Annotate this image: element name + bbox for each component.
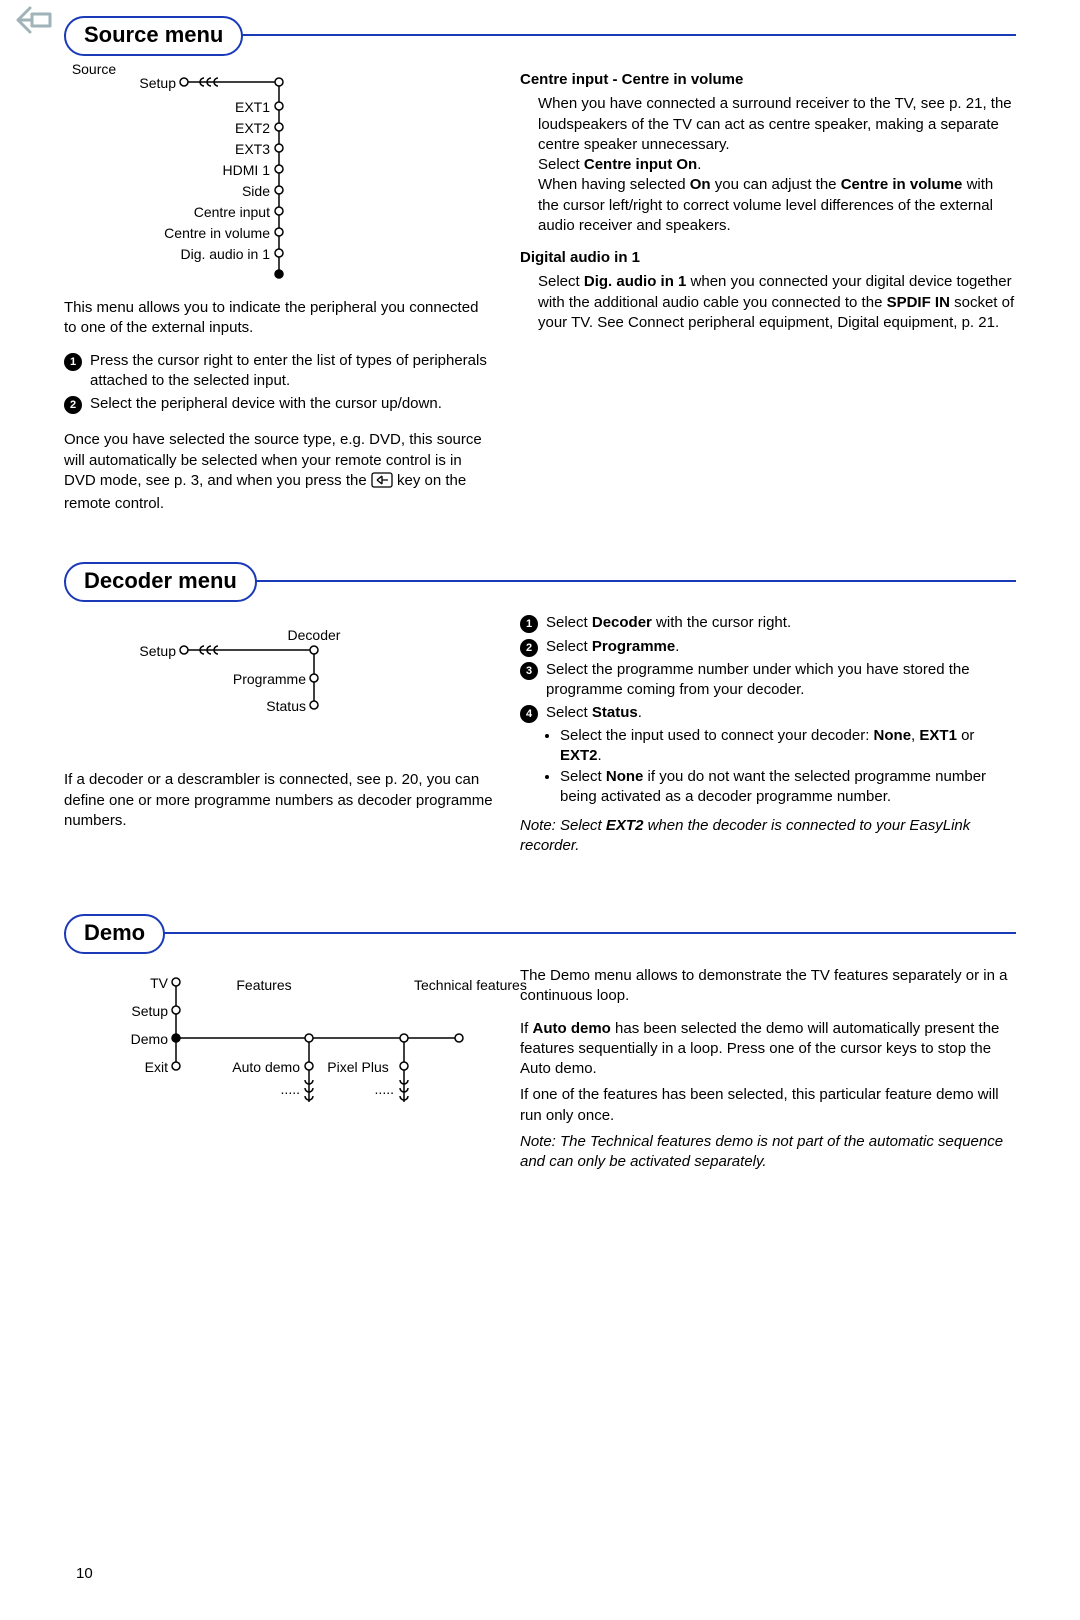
demo-note: Note: The Technical features demo is not…	[520, 1132, 1016, 1173]
section-header-decoder: Decoder menu	[64, 562, 1016, 604]
source-after: Once you have selected the source type, …	[64, 430, 494, 514]
section-title: Decoder menu	[64, 562, 257, 602]
centre-input-body: When you have connected a surround recei…	[538, 94, 1016, 236]
section-title: Demo	[64, 914, 165, 954]
decoder-step-4: 4 Select Status. Select the input used t…	[520, 703, 1016, 811]
decoder-step-1: 1 Select Decoder with the cursor right.	[520, 613, 1016, 633]
source-step-2: 2 Select the peripheral device with the …	[64, 394, 494, 414]
digital-audio-body: Select Dig. audio in 1 when you connecte…	[538, 272, 1016, 333]
back-arrow-icon	[16, 6, 52, 40]
demo-p2: If Auto demo has been selected the demo …	[520, 1019, 1016, 1080]
decoder-step-2: 2 Select Programme.	[520, 637, 1016, 657]
section-header-demo: Demo	[64, 914, 1016, 956]
section-title: Source menu	[64, 16, 243, 56]
centre-input-heading: Centre input - Centre in volume	[520, 70, 1016, 90]
source-menu-diagram: Setup Source EXT1 EXT2 EXT3 HDMI 1 Side …	[64, 64, 494, 294]
decoder-menu-diagram: Setup Decoder Programme Status	[64, 610, 494, 740]
decoder-note: Note: Select EXT2 when the decoder is co…	[520, 816, 1016, 857]
source-key-icon	[371, 472, 393, 494]
digital-audio-heading: Digital audio in 1	[520, 248, 1016, 268]
source-step-1: 1 Press the cursor right to enter the li…	[64, 351, 494, 392]
section-header-source: Source menu	[64, 16, 1016, 58]
decoder-step-3: 3 Select the programme number under whic…	[520, 660, 1016, 701]
decoder-intro: If a decoder or a descrambler is connect…	[64, 770, 494, 831]
demo-menu-diagram: TV Setup Demo Exit Features Auto demo ..…	[64, 962, 494, 1142]
manual-page: Source menu	[0, 0, 1080, 1620]
demo-p3: If one of the features has been selected…	[520, 1085, 1016, 1126]
demo-p1: The Demo menu allows to demonstrate the …	[520, 966, 1016, 1007]
page-number: 10	[76, 1564, 93, 1584]
source-intro: This menu allows you to indicate the per…	[64, 298, 494, 339]
